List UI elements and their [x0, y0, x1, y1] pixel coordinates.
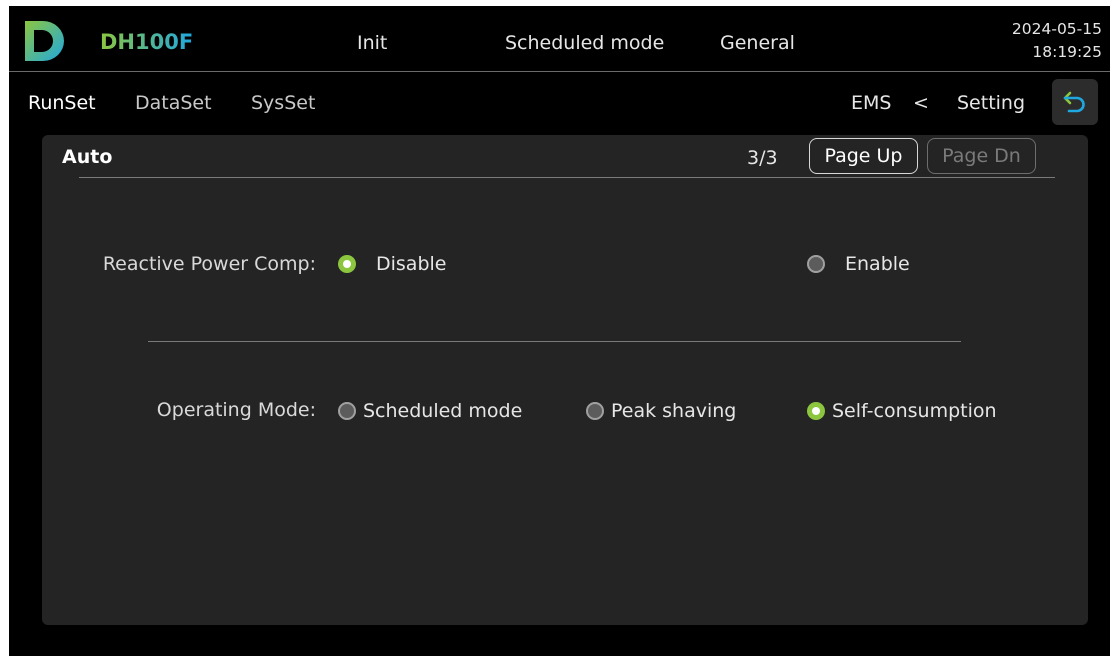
radio-enable[interactable]	[807, 255, 825, 273]
operating-mode-label: Operating Mode:	[156, 399, 316, 421]
top-bar: DH100F Init Scheduled mode General 2024-…	[9, 6, 1110, 72]
page-indicator: 3/3	[747, 147, 778, 169]
date-text: 2024-05-15	[1011, 20, 1102, 38]
option-enable-label[interactable]: Enable	[845, 253, 910, 275]
tab-runset[interactable]: RunSet	[28, 92, 96, 114]
tab-sysset[interactable]: SysSet	[251, 92, 315, 114]
radio-self-consumption[interactable]	[807, 402, 825, 420]
reactive-power-label: Reactive Power Comp:	[102, 253, 316, 275]
back-arrow-icon	[1063, 91, 1085, 113]
nav-init[interactable]: Init	[357, 32, 387, 54]
page-down-button[interactable]: Page Dn	[927, 138, 1036, 174]
breadcrumb-separator: <	[913, 92, 929, 114]
model-name: DH100F	[100, 30, 194, 54]
radio-peak-shaving[interactable]	[586, 402, 604, 420]
topbar-divider	[9, 71, 1110, 72]
tab-dataset[interactable]: DataSet	[135, 92, 212, 114]
nav-general[interactable]: General	[720, 32, 795, 54]
nav-scheduled-mode[interactable]: Scheduled mode	[505, 32, 664, 54]
radio-scheduled-mode[interactable]	[338, 402, 356, 420]
header-divider	[79, 177, 1055, 178]
radio-disable[interactable]	[338, 255, 356, 273]
datetime: 2024-05-15 18:19:25	[1012, 18, 1102, 64]
back-button[interactable]	[1052, 79, 1098, 125]
breadcrumb-parent[interactable]: Setting	[957, 92, 1025, 114]
dh-logo-icon	[25, 21, 64, 61]
option-disable-label[interactable]: Disable	[376, 253, 446, 275]
panel-title: Auto	[62, 146, 113, 168]
settings-panel: Auto 3/3 Page Up Page Dn Reactive Power …	[42, 135, 1088, 625]
breadcrumb-current: EMS	[851, 92, 892, 114]
option-scheduled-mode-label[interactable]: Scheduled mode	[363, 400, 522, 422]
time-text: 18:19:25	[1032, 43, 1102, 61]
option-peak-shaving-label[interactable]: Peak shaving	[611, 400, 736, 422]
section-divider	[148, 341, 961, 342]
hmi-screen: DH100F Init Scheduled mode General 2024-…	[9, 6, 1110, 656]
page-up-button[interactable]: Page Up	[809, 138, 918, 174]
option-self-consumption-label[interactable]: Self-consumption	[832, 400, 997, 422]
